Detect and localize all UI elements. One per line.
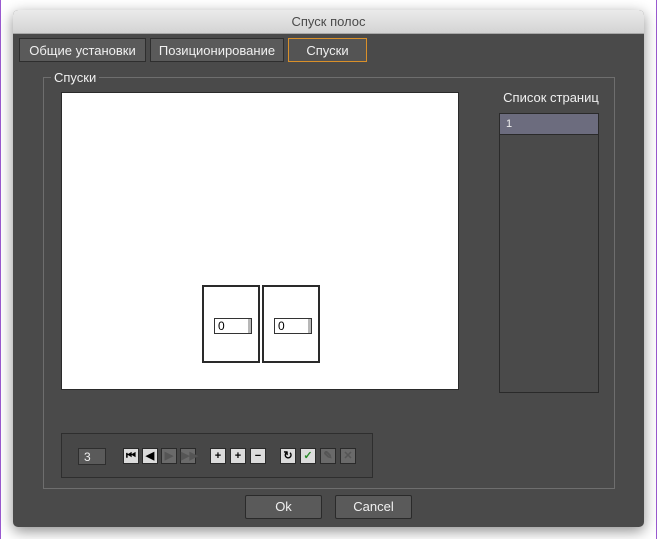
add-blank-icon[interactable]: + xyxy=(230,448,246,464)
frame-border-left xyxy=(0,0,1,539)
group-label: Спуски xyxy=(51,70,100,85)
refresh-icon[interactable]: ↻ xyxy=(280,448,296,464)
cancel-button[interactable]: Cancel xyxy=(335,495,412,519)
page-slot-right[interactable]: 0 xyxy=(262,285,320,363)
tab-imposition[interactable]: Спуски xyxy=(288,38,367,62)
tab-general[interactable]: Общие установки xyxy=(19,38,146,62)
dialog-window: Спуск полос Общие установки Позициониров… xyxy=(13,10,644,527)
add-page-icon[interactable]: + xyxy=(210,448,226,464)
last-icon[interactable]: ▶▶ xyxy=(180,448,198,464)
page-list[interactable]: 1 xyxy=(499,113,599,393)
previous-icon[interactable]: ◀ xyxy=(142,448,158,464)
delete-icon[interactable]: ✕ xyxy=(340,448,356,464)
tab-positioning[interactable]: Позиционирование xyxy=(150,38,284,62)
page-list-item[interactable]: 1 xyxy=(500,114,598,135)
first-icon[interactable]: ⏮ xyxy=(123,448,139,464)
page-slot-left[interactable]: 0 xyxy=(202,285,260,363)
check-icon[interactable]: ✓ xyxy=(300,448,316,464)
page-number-field[interactable]: 0 xyxy=(214,318,252,334)
imposition-canvas[interactable]: 0 0 xyxy=(61,92,459,390)
page-list-title: Список страниц xyxy=(503,90,599,105)
page-number-field[interactable]: 0 xyxy=(274,318,312,334)
ok-button[interactable]: Ok xyxy=(245,495,322,519)
pages-count-field[interactable]: 3 xyxy=(78,448,106,465)
imposition-toolbar: 3 ⏮ ◀ ▶ ▶▶ + + − ↻ ✓ ✎ ✕ xyxy=(61,433,373,478)
window-title: Спуск полос xyxy=(13,10,644,34)
remove-icon[interactable]: − xyxy=(250,448,266,464)
next-icon[interactable]: ▶ xyxy=(161,448,177,464)
edit-icon[interactable]: ✎ xyxy=(320,448,336,464)
